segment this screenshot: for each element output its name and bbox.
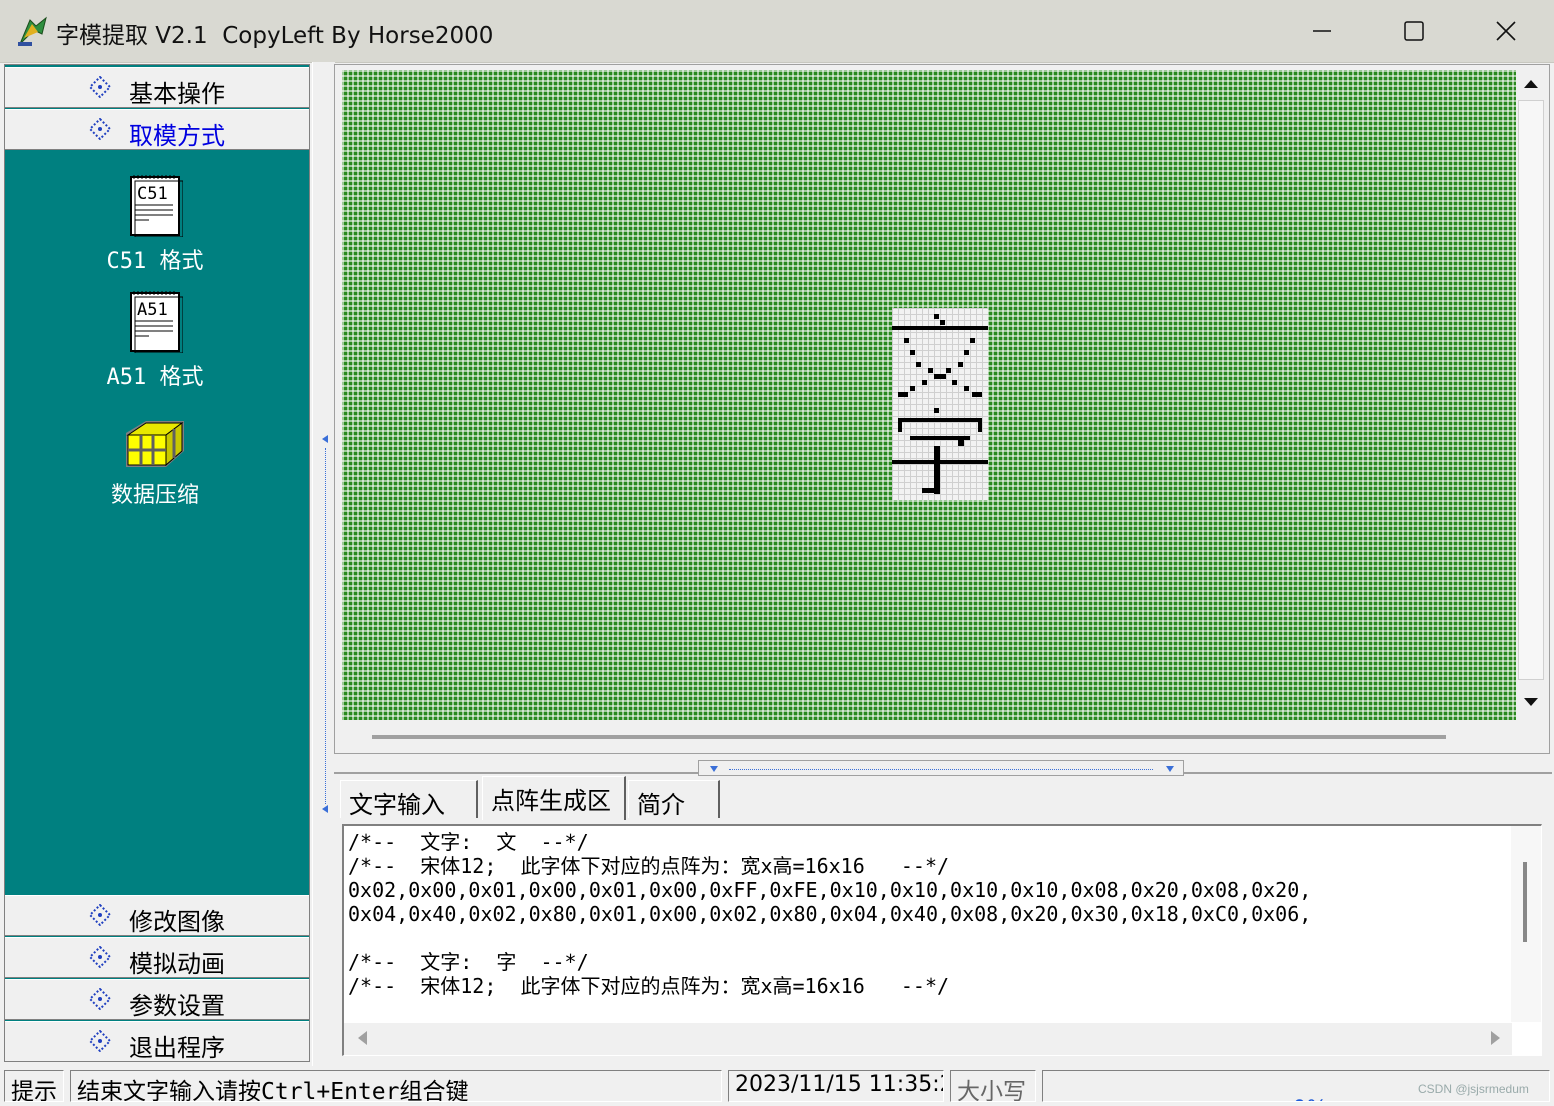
tool-c51-format[interactable]: C51 C51 格式 — [95, 173, 215, 275]
tab-dot-matrix-output[interactable]: 点阵生成区 — [482, 776, 626, 820]
a51-notepad-icon: A51 — [130, 291, 183, 353]
nav-basic-operation[interactable]: 基本操作 — [5, 67, 309, 108]
splitter-grip — [325, 448, 326, 804]
output-line: /*-- 宋体12; 此字体下对应的点阵为：宽x高=16x16 --*/ — [348, 854, 950, 878]
diamond-bullet-icon — [89, 904, 111, 926]
nav-label: 模拟动画 — [129, 950, 225, 978]
watermark: CSDN @jsjsrmedum — [1418, 1082, 1529, 1096]
output-horizontal-scrollbar[interactable] — [344, 1023, 1512, 1055]
tool-label: 数据压缩 — [110, 483, 199, 508]
diamond-bullet-icon — [89, 988, 111, 1010]
tab-text-input[interactable]: 文字输入区 — [340, 780, 478, 854]
splitter-grip — [729, 769, 1153, 770]
status-hint-text: 结束文字输入请按Ctrl+Enter组合键 — [70, 1070, 722, 1102]
diamond-bullet-icon — [89, 1030, 111, 1052]
canvas-vertical-scrollbar[interactable] — [1516, 68, 1546, 718]
vertical-splitter[interactable] — [312, 62, 335, 1066]
nav-label: 基本操作 — [129, 80, 225, 108]
progress-value: 0% — [1293, 1097, 1328, 1101]
splitter-down-arrow-icon — [710, 766, 718, 772]
scroll-up-icon[interactable] — [1521, 74, 1541, 94]
output-line: /*-- 宋体12; 此字体下对应的点阵为：宽x高=16x16 --*/ — [348, 974, 950, 998]
tool-a51-format[interactable]: A51 A51 格式 — [95, 289, 215, 391]
tab-introduction[interactable]: 简介 — [628, 780, 720, 819]
left-nav-pane: 基本操作 取模方式 C51 C51 格式 A51 A51 格式 数据压缩 修改图… — [4, 64, 310, 1062]
maximize-icon — [1404, 21, 1424, 41]
status-caps: 大小写 — [950, 1070, 1036, 1102]
status-hint-label: 提示 — [4, 1070, 64, 1102]
nav-simulate-animation[interactable]: 模拟动画 — [5, 937, 309, 978]
output-line: 0x02,0x00,0x01,0x00,0x01,0x00,0xFF,0xFE,… — [348, 878, 1312, 902]
nav-exit-program[interactable]: 退出程序 — [5, 1021, 309, 1062]
tab-label: 点阵生成区 — [491, 787, 611, 815]
close-button[interactable] — [1460, 0, 1552, 62]
splitter-down-arrow-icon — [1166, 766, 1174, 772]
scroll-left-icon[interactable] — [354, 1029, 370, 1047]
close-icon — [1496, 21, 1516, 41]
tab-label: 简介 — [637, 791, 685, 819]
scroll-thumb[interactable] — [1518, 100, 1544, 680]
tool-label: A51 格式 — [106, 365, 204, 390]
nav-capture-mode[interactable]: 取模方式 — [5, 109, 309, 150]
nav-label: 修改图像 — [129, 908, 225, 936]
nav-edit-image[interactable]: 修改图像 — [5, 895, 309, 936]
cube-compress-icon — [126, 421, 184, 467]
output-line: /*-- 文字: 文 --*/ — [348, 830, 589, 854]
glyph-preview — [892, 308, 988, 500]
scroll-right-icon[interactable] — [1488, 1029, 1504, 1047]
minimize-icon — [1313, 30, 1331, 32]
app-icon — [18, 16, 47, 46]
output-vertical-scrollbar[interactable] — [1511, 826, 1541, 1022]
status-bar: 提示 结束文字输入请按Ctrl+Enter组合键 2023/11/15 11:3… — [0, 1068, 1554, 1106]
nav-label: 取模方式 — [129, 122, 225, 150]
title-bar: 字模提取 V2.1 CopyLeft By Horse2000 — [0, 0, 1554, 63]
minimize-button[interactable] — [1276, 0, 1368, 62]
splitter-left-arrow-icon — [322, 805, 328, 813]
c51-notepad-icon: C51 — [130, 175, 183, 237]
window-title: 字模提取 V2.1 CopyLeft By Horse2000 — [56, 23, 494, 49]
svg-text:C51: C51 — [137, 184, 168, 204]
scroll-thumb[interactable] — [1523, 862, 1527, 942]
output-line: /*-- 文字: 字 --*/ — [348, 950, 589, 974]
nav-label: 参数设置 — [129, 992, 225, 1020]
tool-data-compress[interactable]: 数据压缩 — [95, 415, 215, 509]
splitter-left-arrow-icon — [322, 435, 328, 443]
horizontal-splitter[interactable] — [698, 760, 1184, 776]
status-datetime: 2023/11/15 11:35:21 — [728, 1070, 944, 1102]
nav-parameter-settings[interactable]: 参数设置 — [5, 979, 309, 1020]
nav-label: 退出程序 — [129, 1034, 225, 1062]
tool-label: C51 格式 — [106, 249, 204, 274]
maximize-button[interactable] — [1368, 0, 1460, 62]
diamond-bullet-icon — [89, 118, 111, 140]
output-line: 0x04,0x40,0x02,0x80,0x01,0x00,0x02,0x80,… — [348, 902, 1312, 926]
canvas-horizontal-scrollbar[interactable] — [372, 735, 1446, 739]
output-textarea[interactable]: /*-- 文字: 文 --*/ /*-- 宋体12; 此字体下对应的点阵为：宽x… — [342, 824, 1542, 1056]
diamond-bullet-icon — [89, 946, 111, 968]
svg-text:A51: A51 — [137, 300, 168, 320]
diamond-bullet-icon — [89, 76, 111, 98]
scroll-down-icon[interactable] — [1521, 692, 1541, 712]
glyph-bitmap — [892, 314, 988, 494]
